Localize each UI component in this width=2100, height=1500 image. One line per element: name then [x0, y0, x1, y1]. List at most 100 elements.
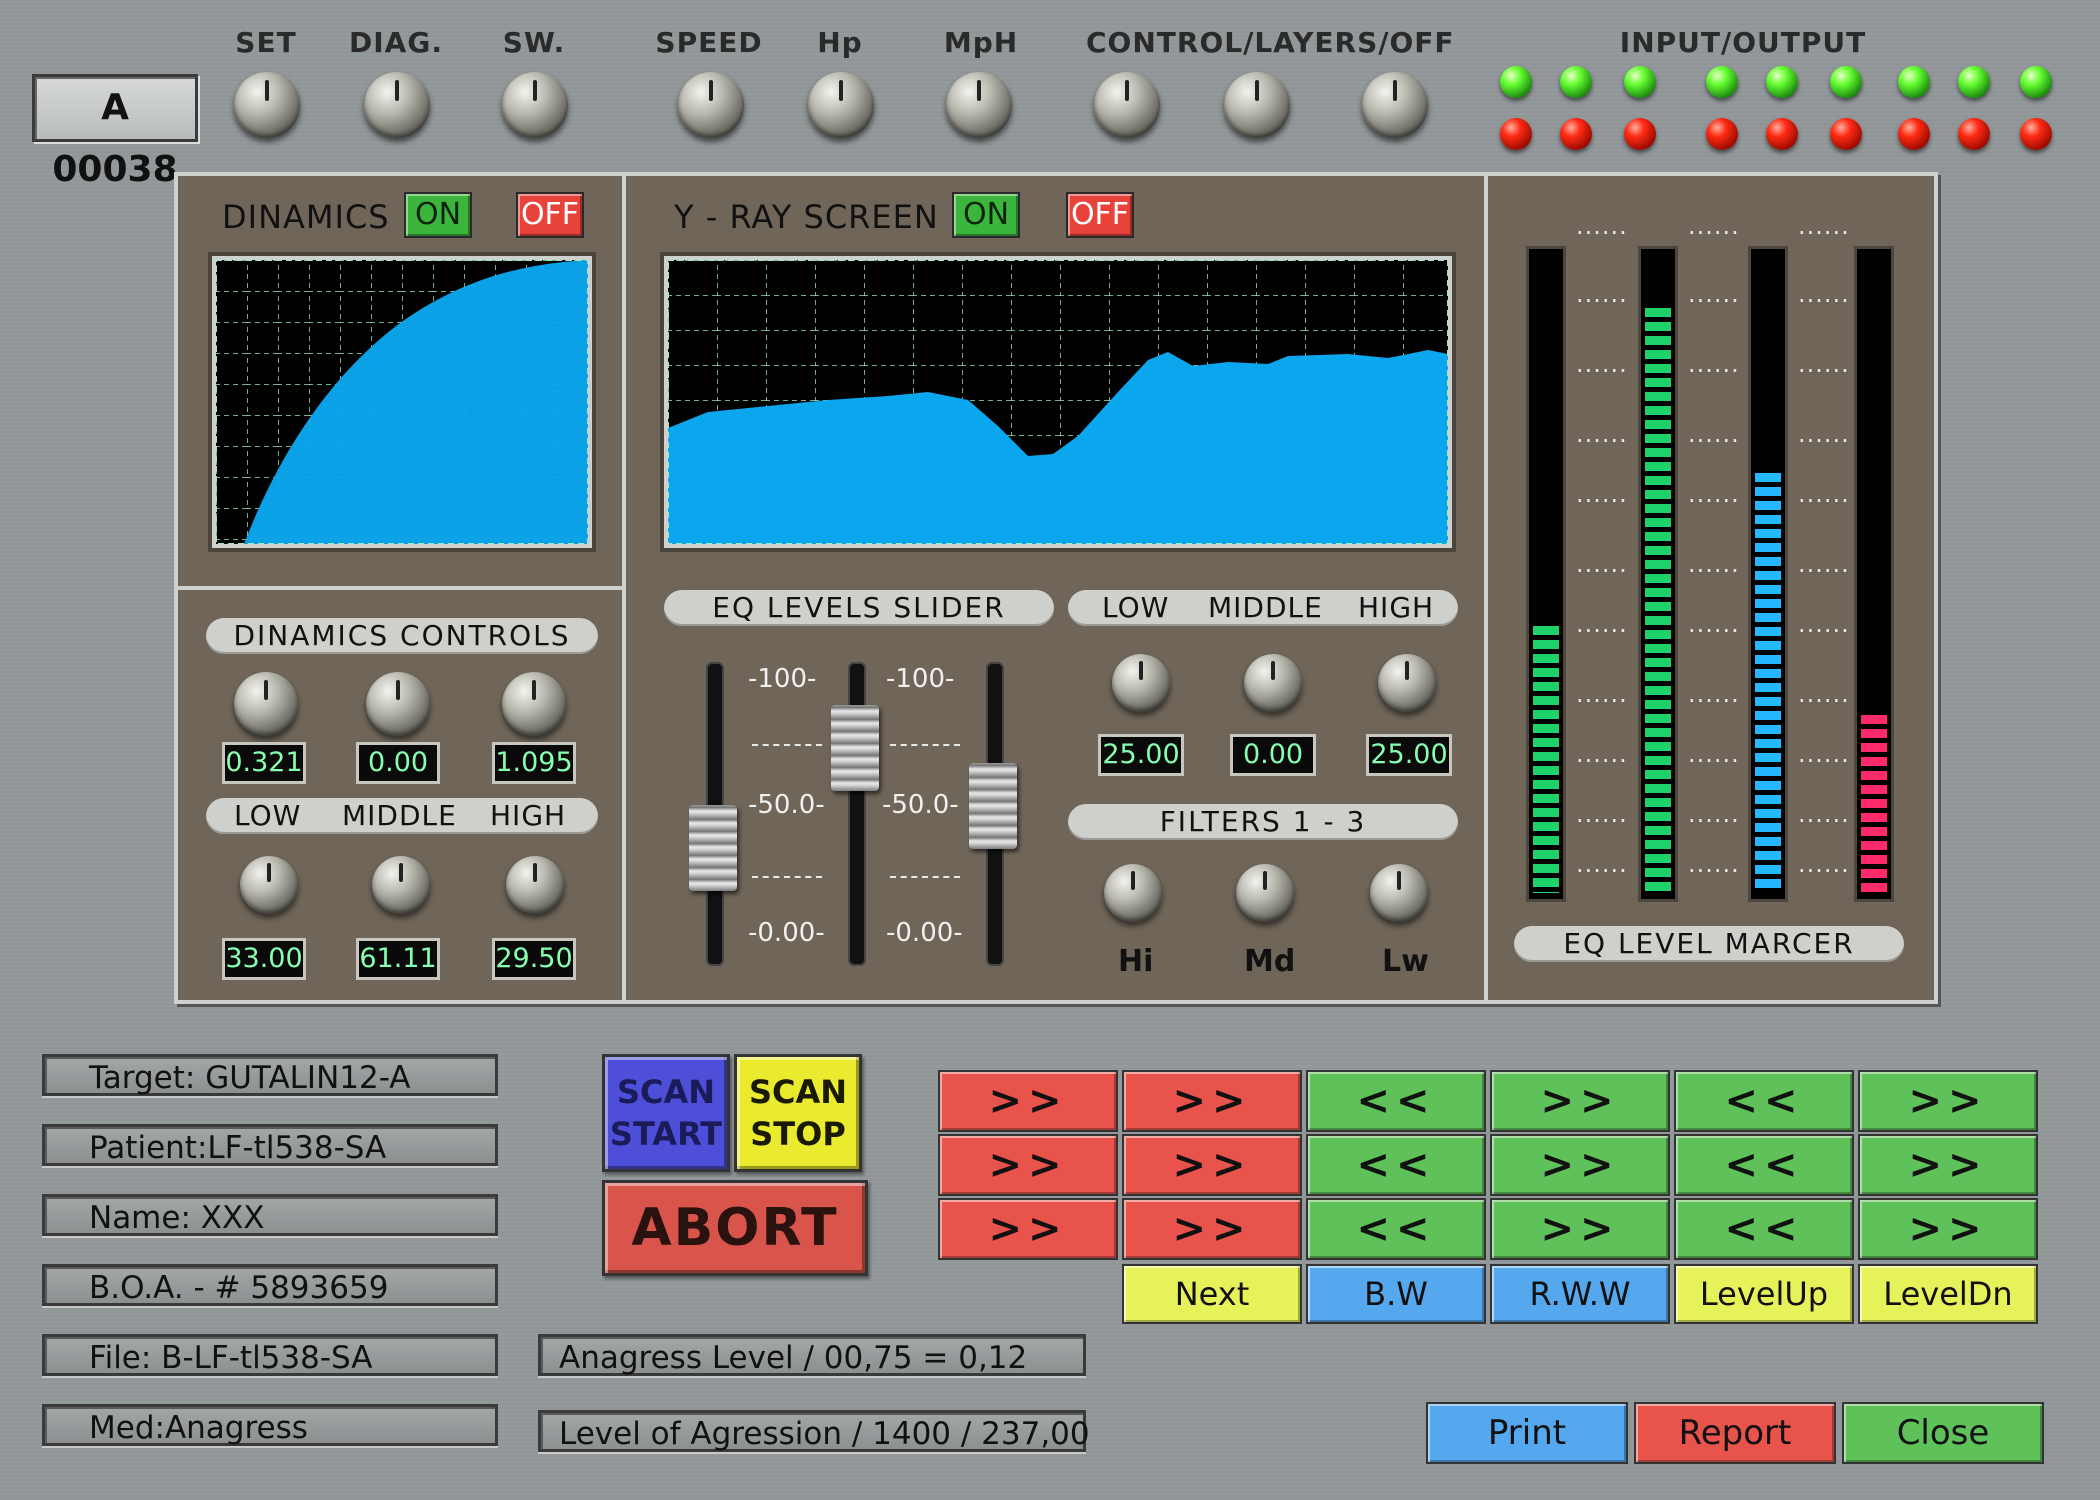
dynamics-bands-title: LOW MIDDLE HIGH — [206, 798, 598, 834]
low-label: LOW — [1102, 591, 1170, 624]
arrow-button-r3-c4[interactable]: >> — [1490, 1198, 1670, 1260]
dynamics-middle-value: 61.11 — [356, 938, 440, 980]
bw-button[interactable]: B.W — [1306, 1264, 1486, 1324]
filter-md-knob[interactable] — [1236, 864, 1294, 922]
high-label: HIGH — [1358, 591, 1435, 624]
agression-level-field: Level of Agression / 1400 / 237,00 — [538, 1410, 1090, 1452]
arrow-button-r1-c5[interactable]: << — [1674, 1070, 1854, 1132]
arrow-button-r1-c1[interactable]: >> — [938, 1070, 1118, 1132]
meter-marker: ...... — [1798, 480, 1850, 508]
control-layers-label: CONTROL/LAYERS/OFF — [1086, 26, 1455, 59]
hp-label: Hp — [817, 26, 863, 59]
output-led — [1500, 118, 1532, 150]
close-button[interactable]: Close — [1842, 1402, 2044, 1464]
arrow-button-r3-c1[interactable]: >> — [938, 1198, 1118, 1260]
print-button[interactable]: Print — [1426, 1402, 1628, 1464]
hp-knob[interactable] — [808, 72, 874, 138]
arrow-button-r3-c6[interactable]: >> — [1858, 1198, 2038, 1260]
eq-level-meter-fill — [1533, 625, 1559, 893]
target-field: Target: GUTALIN12-A — [42, 1054, 498, 1096]
eq-level-meter-fill — [1645, 307, 1671, 893]
report-button[interactable]: Report — [1634, 1402, 1836, 1464]
filter-lw-label: Lw — [1382, 944, 1429, 979]
levelup-button[interactable]: LevelUp — [1674, 1264, 1854, 1324]
eq-middle-knob[interactable] — [1244, 654, 1302, 712]
scan-start-button[interactable]: SCAN START — [602, 1054, 730, 1172]
diag-knob[interactable] — [364, 72, 430, 138]
meter-marker: ...... — [1688, 550, 1740, 578]
arrow-button-r2-c2[interactable]: >> — [1122, 1134, 1302, 1196]
panel-divider — [178, 586, 622, 590]
abort-button[interactable]: ABORT — [602, 1180, 868, 1276]
dynamics-on-button[interactable]: ON — [404, 192, 472, 238]
eq-scale-dash — [890, 744, 960, 746]
eq-slider-3[interactable] — [969, 762, 1017, 849]
arrow-button-r2-c6[interactable]: >> — [1858, 1134, 2038, 1196]
next-button[interactable]: Next — [1122, 1264, 1302, 1324]
eq-level-meter-1 — [1526, 246, 1566, 902]
low-label: LOW — [234, 799, 302, 832]
input-led — [1706, 66, 1738, 98]
eq-slider-2[interactable] — [831, 704, 879, 791]
dynamics-middle-knob[interactable] — [372, 856, 430, 914]
arrow-button-r3-c5[interactable]: << — [1674, 1198, 1854, 1260]
arrow-button-r1-c2[interactable]: >> — [1122, 1070, 1302, 1132]
yray-on-button[interactable]: ON — [952, 192, 1020, 238]
meter-marker: ...... — [1688, 420, 1740, 448]
arrow-button-r1-c6[interactable]: >> — [1858, 1070, 2038, 1132]
arrow-button-r1-c4[interactable]: >> — [1490, 1070, 1670, 1132]
eq-high-knob[interactable] — [1378, 654, 1436, 712]
eq-slider-1[interactable] — [689, 805, 737, 892]
filter-hi-knob[interactable] — [1104, 864, 1162, 922]
input-led — [1898, 66, 1930, 98]
eq-scale-dash — [890, 876, 960, 878]
filter-hi-label: Hi — [1118, 944, 1154, 979]
off-knob[interactable] — [1362, 72, 1428, 138]
output-led — [1830, 118, 1862, 150]
arrow-button-r2-c3[interactable]: << — [1306, 1134, 1486, 1196]
control-knob[interactable] — [1094, 72, 1160, 138]
mph-label: MpH — [943, 26, 1019, 59]
meter-marker: ...... — [1576, 740, 1628, 768]
set-label: SET — [235, 26, 297, 59]
dynamics-control-knob-2[interactable] — [366, 672, 430, 736]
speed-knob[interactable] — [678, 72, 744, 138]
mph-knob[interactable] — [946, 72, 1012, 138]
dynamics-low-knob[interactable] — [240, 856, 298, 914]
eq-level-marcer-title: EQ LEVEL MARCER — [1514, 926, 1904, 962]
arrow-button-r2-c1[interactable]: >> — [938, 1134, 1118, 1196]
rww-button[interactable]: R.W.W — [1490, 1264, 1670, 1324]
eq-scale-top: -100- — [748, 664, 817, 694]
input-led — [1624, 66, 1656, 98]
arrow-button-r3-c3[interactable]: << — [1306, 1198, 1486, 1260]
dynamics-control-knob-3[interactable] — [502, 672, 566, 736]
arrow-button-r2-c4[interactable]: >> — [1490, 1134, 1670, 1196]
arrow-button-r3-c2[interactable]: >> — [1122, 1198, 1302, 1260]
scan-stop-button[interactable]: SCAN STOP — [734, 1054, 862, 1172]
layers-knob[interactable] — [1224, 72, 1290, 138]
yray-title: Y - RAY SCREEN — [674, 198, 939, 236]
eq-middle-value: 0.00 — [1230, 734, 1316, 776]
filter-md-label: Md — [1244, 944, 1296, 979]
arrow-button-r2-c5[interactable]: << — [1674, 1134, 1854, 1196]
sw-knob[interactable] — [502, 72, 568, 138]
dynamics-control-knob-1[interactable] — [234, 672, 298, 736]
dynamics-high-knob[interactable] — [506, 856, 564, 914]
dynamics-off-button[interactable]: OFF — [516, 192, 584, 238]
main-console: DINAMICS ON OFF DINAMICS CONTROLS 0.321 … — [174, 172, 1938, 1004]
meter-marker: ...... — [1576, 280, 1628, 308]
set-knob[interactable] — [234, 72, 300, 138]
leveldn-button[interactable]: LevelDn — [1858, 1264, 2038, 1324]
meter-marker: ...... — [1688, 850, 1740, 878]
eq-scale-dash — [752, 876, 822, 878]
eq-low-knob[interactable] — [1112, 654, 1170, 712]
output-led — [1958, 118, 1990, 150]
yray-off-button[interactable]: OFF — [1066, 192, 1134, 238]
eq-scale-mid: -50.0- — [748, 790, 825, 820]
arrow-button-r1-c3[interactable]: << — [1306, 1070, 1486, 1132]
input-led — [1500, 66, 1532, 98]
meter-marker: ...... — [1688, 350, 1740, 378]
eq-scale-dash — [752, 744, 822, 746]
meter-marker: ...... — [1798, 212, 1850, 240]
filter-lw-knob[interactable] — [1370, 864, 1428, 922]
